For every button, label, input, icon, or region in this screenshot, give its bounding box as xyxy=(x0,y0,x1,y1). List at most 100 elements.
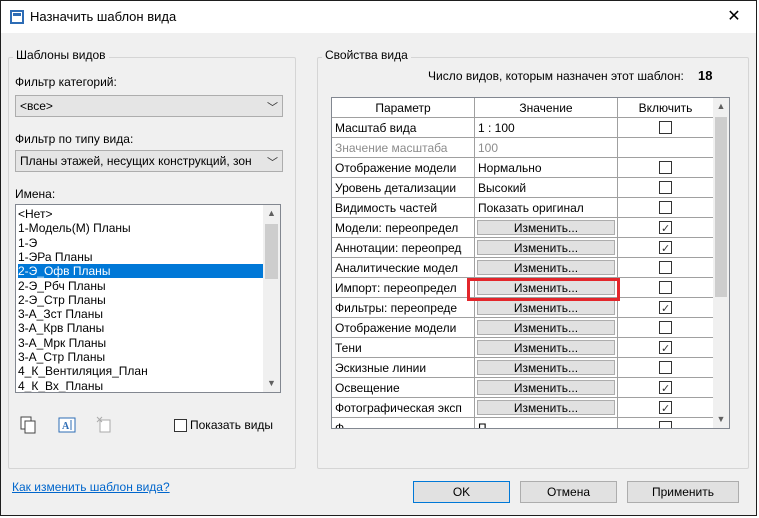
parameter-cell: Видимость частей xyxy=(332,198,475,218)
category-filter-combo[interactable]: <все> ﹀ xyxy=(15,95,283,117)
edit-button[interactable]: Изменить... xyxy=(477,300,615,315)
parameter-cell: Аннотации: переопред xyxy=(332,238,475,258)
list-item[interactable]: 2-Э_Стр Планы xyxy=(18,293,106,307)
include-cell xyxy=(618,358,714,378)
include-checkbox[interactable] xyxy=(659,201,672,214)
edit-button[interactable]: Изменить... xyxy=(477,240,615,255)
list-item[interactable]: 3-А_Стр Планы xyxy=(18,350,105,364)
include-checkbox[interactable]: ✓ xyxy=(659,221,672,235)
view-properties-group-label: Свойства вида xyxy=(322,48,411,62)
value-cell: П xyxy=(475,418,618,428)
include-checkbox[interactable] xyxy=(659,421,672,428)
include-cell xyxy=(618,178,714,198)
include-checkbox[interactable] xyxy=(659,261,672,274)
close-icon[interactable]: ✕ xyxy=(712,1,756,33)
category-filter-value: <все> xyxy=(20,99,53,113)
names-scrollbar[interactable]: ▲ ▼ xyxy=(263,205,280,392)
assigned-views-count-label: Число видов, которым назначен этот шабло… xyxy=(428,69,684,83)
app-icon xyxy=(10,10,24,24)
include-cell: ✓ xyxy=(618,218,714,238)
scroll-thumb[interactable] xyxy=(715,117,727,297)
parameter-cell: Модели: переопредел xyxy=(332,218,475,238)
include-checkbox[interactable] xyxy=(659,321,672,334)
check-icon: ✓ xyxy=(661,343,671,355)
scroll-down-icon[interactable]: ▼ xyxy=(713,411,729,428)
include-checkbox[interactable] xyxy=(659,121,672,134)
include-cell: ✓ xyxy=(618,398,714,418)
apply-button[interactable]: Применить xyxy=(627,481,739,503)
list-item[interactable]: 1-Модель(М) Планы xyxy=(18,221,131,235)
include-cell xyxy=(618,158,714,178)
value-cell: Показать оригинал xyxy=(475,198,618,218)
show-views-label: Показать виды xyxy=(190,418,274,432)
value-cell: Изменить... xyxy=(475,218,618,238)
include-checkbox[interactable]: ✓ xyxy=(659,381,672,395)
properties-scrollbar[interactable]: ▲ ▼ xyxy=(713,98,729,428)
list-item[interactable]: 2-Э_Рбч Планы xyxy=(18,279,106,293)
value-cell: Изменить... xyxy=(475,358,618,378)
ok-button[interactable]: OK xyxy=(413,481,510,503)
include-checkbox[interactable] xyxy=(659,161,672,174)
include-cell xyxy=(618,118,714,138)
parameter-cell: Значение масштаба xyxy=(332,138,475,158)
cancel-button[interactable]: Отмена xyxy=(520,481,617,503)
list-item[interactable]: 4_К_Вентиляция_План xyxy=(18,364,148,378)
edit-button[interactable]: Изменить... xyxy=(477,400,615,415)
list-item[interactable]: 1-Э xyxy=(18,236,37,250)
column-header-include[interactable]: Включить xyxy=(618,98,714,118)
view-properties-table: Параметр Значение Включить Масштаб вида 1… xyxy=(331,97,730,429)
include-cell xyxy=(618,198,714,218)
edit-button[interactable]: Изменить... xyxy=(477,380,615,395)
value-cell: Изменить... xyxy=(475,298,618,318)
list-item[interactable]: 2-Э_Офв Планы xyxy=(18,264,263,279)
include-checkbox[interactable]: ✓ xyxy=(659,301,672,315)
include-checkbox[interactable] xyxy=(659,181,672,194)
edit-button[interactable]: Изменить... xyxy=(477,260,615,275)
scroll-thumb[interactable] xyxy=(265,224,278,279)
include-checkbox[interactable] xyxy=(659,361,672,374)
include-cell xyxy=(618,318,714,338)
parameter-cell: Фотографическая эксп xyxy=(332,398,475,418)
table-row: Фильтры: переопреде Изменить... ✓ xyxy=(332,298,714,318)
table-row: Модели: переопредел Изменить... ✓ xyxy=(332,218,714,238)
table-row: Освещение Изменить... ✓ xyxy=(332,378,714,398)
check-icon: ✓ xyxy=(661,223,671,235)
include-cell: ✓ xyxy=(618,298,714,318)
list-item[interactable]: 1-ЭРа Планы xyxy=(18,250,92,264)
list-item[interactable]: 3-А_Мрк Планы xyxy=(18,336,106,350)
type-filter-combo[interactable]: Планы этажей, несущих конструкций, зон ﹀ xyxy=(15,150,283,172)
list-item[interactable]: 3-А_Крв Планы xyxy=(18,321,104,335)
edit-button[interactable]: Изменить... xyxy=(477,220,615,235)
column-header-value[interactable]: Значение xyxy=(475,98,618,118)
scroll-up-icon[interactable]: ▲ xyxy=(263,205,280,222)
names-listbox[interactable]: <Нет> 1-Модель(М) Планы 1-Э 1-ЭРа Планы 2-Э_… xyxy=(15,204,281,393)
include-checkbox[interactable] xyxy=(659,281,672,294)
table-row: Аннотации: переопред Изменить... ✓ xyxy=(332,238,714,258)
include-checkbox[interactable]: ✓ xyxy=(659,241,672,255)
show-views-checkbox[interactable] xyxy=(174,419,187,432)
parameter-cell: Отображение модели xyxy=(332,158,475,178)
parameter-cell: Фильтры: переопреде xyxy=(332,298,475,318)
scroll-down-icon[interactable]: ▼ xyxy=(263,375,280,392)
check-icon: ✓ xyxy=(661,383,671,395)
list-item[interactable]: 4_К_Вх_Планы xyxy=(18,379,103,392)
edit-button[interactable]: Изменить... xyxy=(477,360,615,375)
rename-icon[interactable]: A xyxy=(58,416,76,434)
parameter-cell: Освещение xyxy=(332,378,475,398)
edit-button[interactable]: Изменить... xyxy=(477,340,615,355)
include-cell: ✓ xyxy=(618,238,714,258)
include-checkbox[interactable]: ✓ xyxy=(659,341,672,355)
include-cell xyxy=(618,418,714,428)
edit-button[interactable]: Изменить... xyxy=(477,320,615,335)
list-item[interactable]: <Нет> xyxy=(18,207,52,221)
scroll-up-icon[interactable]: ▲ xyxy=(713,98,729,115)
include-checkbox[interactable]: ✓ xyxy=(659,401,672,415)
table-row: Масштаб вида 1 : 100 xyxy=(332,118,714,138)
list-item[interactable]: 3-А_Зст Планы xyxy=(18,307,103,321)
help-link[interactable]: Как изменить шаблон вида? xyxy=(12,480,170,494)
title-bar: Назначить шаблон вида ✕ xyxy=(1,1,756,33)
column-header-parameter[interactable]: Параметр xyxy=(332,98,475,118)
table-row: Аналитические модел Изменить... xyxy=(332,258,714,278)
table-row: Тени Изменить... ✓ xyxy=(332,338,714,358)
duplicate-icon[interactable] xyxy=(19,416,37,434)
